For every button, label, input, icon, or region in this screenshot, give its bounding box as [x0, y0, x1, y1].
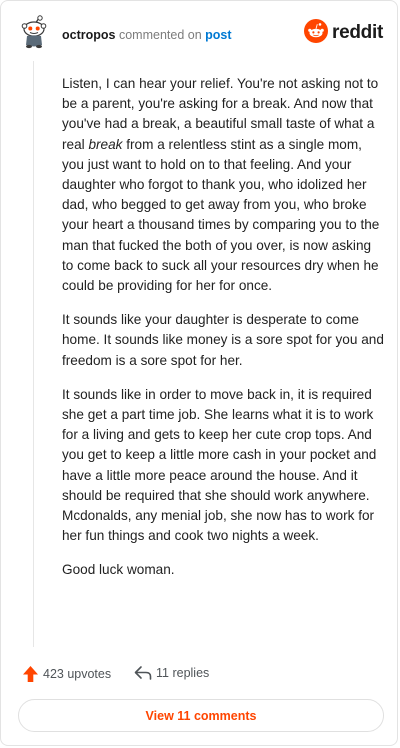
- comment-paragraph-3: It sounds like in order to move back in,…: [62, 386, 377, 544]
- upvote-arrow-icon: [22, 665, 39, 683]
- comment-body: Listen, I can hear your relief. You're n…: [62, 74, 384, 595]
- paragraph-1-emphasis: break: [88, 136, 123, 152]
- upvote-button[interactable]: 423 upvotes: [18, 665, 111, 683]
- view-comments-button[interactable]: View 11 comments: [18, 699, 384, 732]
- reddit-snoo-avatar-icon[interactable]: [18, 15, 50, 49]
- replies-count: 11 replies: [156, 666, 210, 680]
- comment-card: octropos commented on post reddit Listen…: [0, 0, 398, 746]
- reddit-logo[interactable]: reddit: [304, 18, 383, 48]
- thread-line: [33, 61, 34, 647]
- comment-paragraph-4: Good luck woman.: [62, 562, 175, 578]
- upvotes-count: 423 upvotes: [43, 667, 112, 681]
- byline-action-text: commented on: [118, 28, 202, 42]
- replies-button[interactable]: 11 replies: [130, 665, 209, 681]
- post-link[interactable]: post: [205, 28, 231, 42]
- comment-actions: 423 upvotes 11 replies: [18, 665, 378, 687]
- comment-paragraph-1: Listen, I can hear your relief. You're n…: [62, 74, 384, 296]
- comment-header: octropos commented on post reddit: [18, 15, 383, 55]
- comment-paragraph-2: It sounds like your daughter is desperat…: [62, 312, 384, 368]
- paragraph-1-text-end: from a relentless stint as a single mom,…: [62, 136, 380, 294]
- brand-name: reddit: [332, 22, 383, 43]
- comment-byline: octropos commented on post: [62, 27, 232, 43]
- username-link[interactable]: octropos: [62, 28, 115, 42]
- reddit-alien-logo-icon: [304, 18, 329, 48]
- reply-arrow-icon: [134, 665, 152, 681]
